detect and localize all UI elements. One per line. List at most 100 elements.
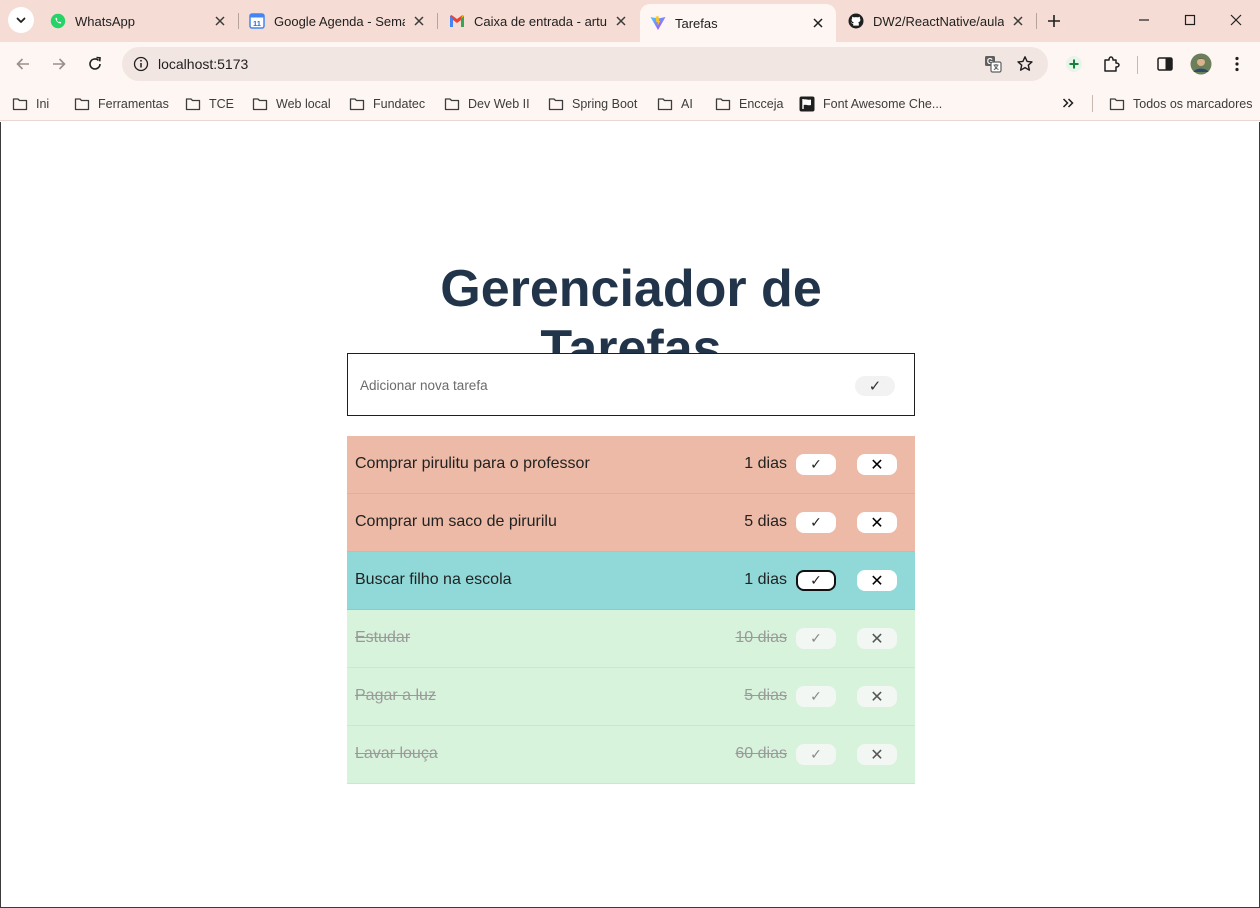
- task-item: Comprar um saco de pirurilu 5 dias ✓ ✕: [347, 494, 915, 552]
- minimize-button[interactable]: [1121, 0, 1167, 40]
- maximize-button[interactable]: [1167, 0, 1213, 40]
- complete-task-button[interactable]: ✓: [796, 628, 836, 649]
- delete-task-button[interactable]: ✕: [857, 512, 897, 533]
- close-window-button[interactable]: [1213, 0, 1259, 40]
- task-name: Estudar: [355, 629, 411, 646]
- close-icon[interactable]: [810, 15, 826, 31]
- folder-icon: [1109, 97, 1125, 111]
- reload-button[interactable]: [81, 50, 109, 78]
- bookmark-label: Fundatec: [373, 97, 426, 111]
- minimize-icon: [1139, 19, 1149, 21]
- tab-strip: WhatsApp 11 Google Agenda - Semana Caixa…: [0, 0, 1260, 42]
- folder-icon: [444, 97, 460, 111]
- folder-icon: [349, 97, 365, 111]
- task-item: Estudar 10 dias ✓ ✕: [347, 610, 915, 668]
- translate-icon[interactable]: G: [982, 53, 1004, 75]
- extensions-icon[interactable]: [1099, 52, 1123, 76]
- bookmark-ferramentas[interactable]: Ferramentas: [74, 93, 169, 115]
- bookmarks-separator: [1092, 95, 1093, 112]
- delete-task-button[interactable]: ✕: [857, 454, 897, 475]
- side-panel-icon[interactable]: [1153, 52, 1177, 76]
- profile-avatar[interactable]: [1189, 52, 1213, 76]
- task-days: 1 dias: [744, 571, 787, 588]
- svg-text:11: 11: [253, 19, 261, 28]
- bookmark-web-local[interactable]: Web local: [252, 93, 331, 115]
- tab-search-button[interactable]: [8, 7, 34, 33]
- tab-tarefas[interactable]: Tarefas: [640, 4, 836, 42]
- vite-icon: [650, 15, 666, 31]
- gmail-icon: [449, 13, 465, 29]
- task-days: 5 dias: [744, 687, 787, 704]
- all-bookmarks-folder[interactable]: Todos os marcadores: [1109, 93, 1253, 115]
- bookmark-dev-web-ii[interactable]: Dev Web II: [444, 93, 530, 115]
- task-name: Buscar filho na escola: [355, 571, 512, 588]
- delete-task-button[interactable]: ✕: [857, 628, 897, 649]
- maximize-icon: [1184, 14, 1196, 26]
- task-name: Pagar a luz: [355, 687, 436, 704]
- browser-menu-icon[interactable]: [1225, 52, 1249, 76]
- more-bookmarks-button[interactable]: [1061, 93, 1075, 115]
- task-item: Buscar filho na escola 1 dias ✓ ✕: [347, 552, 915, 610]
- bookmark-label: Ferramentas: [98, 97, 169, 111]
- complete-task-button[interactable]: ✓: [796, 512, 836, 533]
- task-list: Comprar pirulitu para o professor 1 dias…: [347, 436, 915, 784]
- tab-title: Google Agenda - Semana: [274, 13, 405, 29]
- address-bar[interactable]: localhost:5173 G: [122, 47, 1048, 81]
- folder-icon: [657, 97, 673, 111]
- add-task-button[interactable]: ✓: [855, 376, 895, 396]
- bookmark-label: Ini: [36, 97, 50, 111]
- bookmark-star-icon[interactable]: [1014, 53, 1036, 75]
- bookmark-font-awesome[interactable]: Font Awesome Che...: [799, 93, 942, 115]
- task-days: 1 dias: [744, 455, 787, 472]
- task-days: 5 dias: [744, 513, 787, 530]
- bookmark-tce[interactable]: TCE: [185, 93, 234, 115]
- back-button[interactable]: [9, 50, 37, 78]
- new-tab-button[interactable]: [1040, 7, 1068, 35]
- task-item: Lavar louça 60 dias ✓ ✕: [347, 726, 915, 784]
- delete-task-button[interactable]: ✕: [857, 570, 897, 591]
- close-icon[interactable]: [411, 13, 427, 29]
- bookmark-ini[interactable]: Ini: [12, 93, 49, 115]
- delete-task-button[interactable]: ✕: [857, 686, 897, 707]
- bookmark-fundatec[interactable]: Fundatec: [349, 93, 425, 115]
- bookmark-label: Dev Web II: [468, 97, 530, 111]
- task-name: Lavar louça: [355, 745, 438, 762]
- bookmark-label: Todos os marcadores: [1133, 97, 1253, 111]
- bookmark-encceja[interactable]: Encceja: [715, 93, 783, 115]
- whatsapp-icon: [50, 13, 66, 29]
- complete-task-button[interactable]: ✓: [796, 454, 836, 475]
- task-days: 10 dias: [735, 629, 787, 646]
- task-item: Comprar pirulitu para o professor 1 dias…: [347, 436, 915, 494]
- close-icon[interactable]: [212, 13, 228, 29]
- delete-task-button[interactable]: ✕: [857, 744, 897, 765]
- close-icon[interactable]: [1010, 13, 1026, 29]
- forward-button[interactable]: [45, 50, 73, 78]
- bookmark-label: Web local: [276, 97, 331, 111]
- task-days: 60 dias: [735, 745, 787, 762]
- site-info-icon[interactable]: [130, 53, 152, 75]
- tab-separator: [1036, 13, 1037, 29]
- bookmark-label: Spring Boot: [572, 97, 638, 111]
- reload-icon: [89, 56, 101, 70]
- tab-title: Tarefas: [675, 15, 718, 31]
- bookmark-spring-boot[interactable]: Spring Boot: [548, 93, 637, 115]
- complete-task-button[interactable]: ✓: [796, 744, 836, 765]
- tab-whatsapp[interactable]: WhatsApp: [40, 4, 238, 38]
- bookmark-label: Encceja: [739, 97, 784, 111]
- arrow-left-icon: [16, 58, 29, 70]
- folder-icon: [715, 97, 731, 111]
- bookmarks-bar: Ini Ferramentas TCE Web local Fundatec D…: [0, 86, 1260, 121]
- complete-task-button[interactable]: ✓: [796, 686, 836, 707]
- complete-task-button[interactable]: ✓: [796, 570, 836, 591]
- chevron-down-icon: [16, 17, 26, 23]
- tab-title: WhatsApp: [75, 13, 135, 29]
- task-name: Comprar um saco de pirurilu: [355, 513, 557, 530]
- bookmark-ai[interactable]: AI: [657, 93, 693, 115]
- tab-google-agenda[interactable]: 11 Google Agenda - Semana: [239, 4, 437, 38]
- extension-plus-icon[interactable]: [1062, 52, 1086, 76]
- tab-gmail[interactable]: Caixa de entrada - arturi: [439, 4, 639, 38]
- close-icon[interactable]: [613, 13, 629, 29]
- tab-github[interactable]: DW2/ReactNative/aula0: [838, 4, 1036, 38]
- new-task-input[interactable]: [360, 374, 840, 396]
- add-task-form: ✓: [347, 353, 915, 416]
